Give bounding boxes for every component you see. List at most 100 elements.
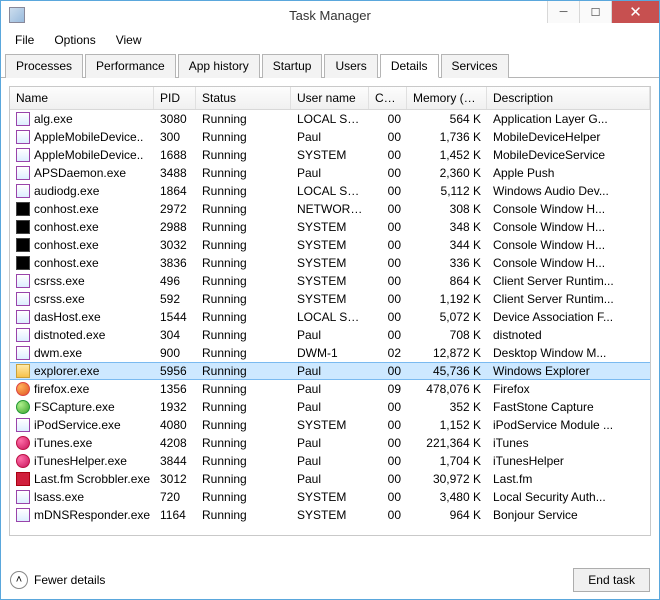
- tab-app-history[interactable]: App history: [178, 54, 260, 78]
- minimize-button[interactable]: ─: [547, 1, 579, 23]
- cell-status: Running: [196, 310, 291, 324]
- table-row[interactable]: firefox.exe1356RunningPaul09478,076 KFir…: [10, 380, 650, 398]
- cell-memory: 5,112 K: [407, 184, 487, 198]
- header-cpu[interactable]: CPU: [369, 87, 407, 109]
- process-icon: [16, 454, 30, 468]
- table-row[interactable]: audiodg.exe1864RunningLOCAL SE...005,112…: [10, 182, 650, 200]
- table-row[interactable]: explorer.exe5956RunningPaul0045,736 KWin…: [10, 362, 650, 380]
- table-row[interactable]: iTunesHelper.exe3844RunningPaul001,704 K…: [10, 452, 650, 470]
- table-row[interactable]: dwm.exe900RunningDWM-10212,872 KDesktop …: [10, 344, 650, 362]
- cell-user: LOCAL SE...: [291, 184, 369, 198]
- header-pid[interactable]: PID: [154, 87, 196, 109]
- process-list: Name PID Status User name CPU Memory (p.…: [9, 86, 651, 536]
- cell-user: Paul: [291, 472, 369, 486]
- cell-memory: 45,736 K: [407, 364, 487, 378]
- process-name: conhost.exe: [34, 220, 99, 234]
- process-name: FSCapture.exe: [34, 400, 115, 414]
- cell-user: Paul: [291, 436, 369, 450]
- process-name: iPodService.exe: [34, 418, 121, 432]
- fewer-details-button[interactable]: ˄ Fewer details: [10, 571, 105, 589]
- cell-memory: 30,972 K: [407, 472, 487, 486]
- process-icon: [16, 130, 30, 144]
- process-icon: [16, 328, 30, 342]
- process-icon: [16, 346, 30, 360]
- header-memory[interactable]: Memory (p...: [407, 87, 487, 109]
- cell-cpu: 02: [369, 346, 407, 360]
- process-icon: [16, 292, 30, 306]
- header-status[interactable]: Status: [196, 87, 291, 109]
- table-row[interactable]: APSDaemon.exe3488RunningPaul002,360 KApp…: [10, 164, 650, 182]
- table-row[interactable]: iPodService.exe4080RunningSYSTEM001,152 …: [10, 416, 650, 434]
- process-icon: [16, 184, 30, 198]
- tab-performance[interactable]: Performance: [85, 54, 176, 78]
- tab-users[interactable]: Users: [324, 54, 377, 78]
- process-icon: [16, 436, 30, 450]
- cell-description: Windows Audio Dev...: [487, 184, 650, 198]
- table-row[interactable]: Last.fm Scrobbler.exe3012RunningPaul0030…: [10, 470, 650, 488]
- table-row[interactable]: conhost.exe3836RunningSYSTEM00336 KConso…: [10, 254, 650, 272]
- cell-description: Console Window H...: [487, 238, 650, 252]
- table-row[interactable]: conhost.exe2988RunningSYSTEM00348 KConso…: [10, 218, 650, 236]
- table-row[interactable]: conhost.exe3032RunningSYSTEM00344 KConso…: [10, 236, 650, 254]
- cell-cpu: 09: [369, 382, 407, 396]
- process-icon: [16, 220, 30, 234]
- cell-description: Firefox: [487, 382, 650, 396]
- table-row[interactable]: mDNSResponder.exe1164RunningSYSTEM00964 …: [10, 506, 650, 524]
- table-row[interactable]: iTunes.exe4208RunningPaul00221,364 KiTun…: [10, 434, 650, 452]
- menu-view[interactable]: View: [108, 31, 150, 49]
- table-row[interactable]: FSCapture.exe1932RunningPaul00352 KFastS…: [10, 398, 650, 416]
- header-description[interactable]: Description: [487, 87, 650, 109]
- tab-processes[interactable]: Processes: [5, 54, 83, 78]
- maximize-button[interactable]: ☐: [579, 1, 611, 23]
- table-row[interactable]: dasHost.exe1544RunningLOCAL SE...005,072…: [10, 308, 650, 326]
- cell-status: Running: [196, 508, 291, 522]
- process-name: audiodg.exe: [34, 184, 99, 198]
- cell-description: MobileDeviceHelper: [487, 130, 650, 144]
- cell-status: Running: [196, 472, 291, 486]
- tab-startup[interactable]: Startup: [262, 54, 323, 78]
- table-row[interactable]: AppleMobileDevice..1688RunningSYSTEM001,…: [10, 146, 650, 164]
- process-name: lsass.exe: [34, 490, 84, 504]
- process-name: distnoted.exe: [34, 328, 105, 342]
- close-button[interactable]: ✕: [611, 1, 659, 23]
- process-icon: [16, 274, 30, 288]
- cell-status: Running: [196, 292, 291, 306]
- cell-pid: 2972: [154, 202, 196, 216]
- cell-memory: 1,736 K: [407, 130, 487, 144]
- title-bar: Task Manager ─ ☐ ✕: [1, 1, 659, 29]
- cell-pid: 3032: [154, 238, 196, 252]
- cell-description: Application Layer G...: [487, 112, 650, 126]
- cell-cpu: 00: [369, 292, 407, 306]
- tab-services[interactable]: Services: [441, 54, 509, 78]
- header-user[interactable]: User name: [291, 87, 369, 109]
- process-rows[interactable]: alg.exe3080RunningLOCAL SE...00564 KAppl…: [10, 110, 650, 530]
- cell-description: Last.fm: [487, 472, 650, 486]
- cell-description: Console Window H...: [487, 220, 650, 234]
- process-icon: [16, 202, 30, 216]
- cell-pid: 1932: [154, 400, 196, 414]
- table-row[interactable]: lsass.exe720RunningSYSTEM003,480 KLocal …: [10, 488, 650, 506]
- end-task-button[interactable]: End task: [573, 568, 650, 592]
- cell-status: Running: [196, 328, 291, 342]
- menu-options[interactable]: Options: [46, 31, 103, 49]
- header-name[interactable]: Name: [10, 87, 154, 109]
- cell-cpu: 00: [369, 238, 407, 252]
- app-icon: [9, 7, 25, 23]
- table-row[interactable]: csrss.exe496RunningSYSTEM00864 KClient S…: [10, 272, 650, 290]
- table-row[interactable]: conhost.exe2972RunningNETWORK...00308 KC…: [10, 200, 650, 218]
- cell-status: Running: [196, 346, 291, 360]
- cell-description: iPodService Module ...: [487, 418, 650, 432]
- tab-strip: ProcessesPerformanceApp historyStartupUs…: [1, 53, 659, 78]
- table-row[interactable]: distnoted.exe304RunningPaul00708 Kdistno…: [10, 326, 650, 344]
- cell-memory: 964 K: [407, 508, 487, 522]
- cell-memory: 708 K: [407, 328, 487, 342]
- process-icon: [16, 382, 30, 396]
- table-row[interactable]: alg.exe3080RunningLOCAL SE...00564 KAppl…: [10, 110, 650, 128]
- table-row[interactable]: csrss.exe592RunningSYSTEM001,192 KClient…: [10, 290, 650, 308]
- menu-file[interactable]: File: [7, 31, 42, 49]
- cell-pid: 592: [154, 292, 196, 306]
- table-row[interactable]: AppleMobileDevice..300RunningPaul001,736…: [10, 128, 650, 146]
- tab-details[interactable]: Details: [380, 54, 439, 78]
- process-name: mDNSResponder.exe: [34, 508, 150, 522]
- cell-pid: 1164: [154, 508, 196, 522]
